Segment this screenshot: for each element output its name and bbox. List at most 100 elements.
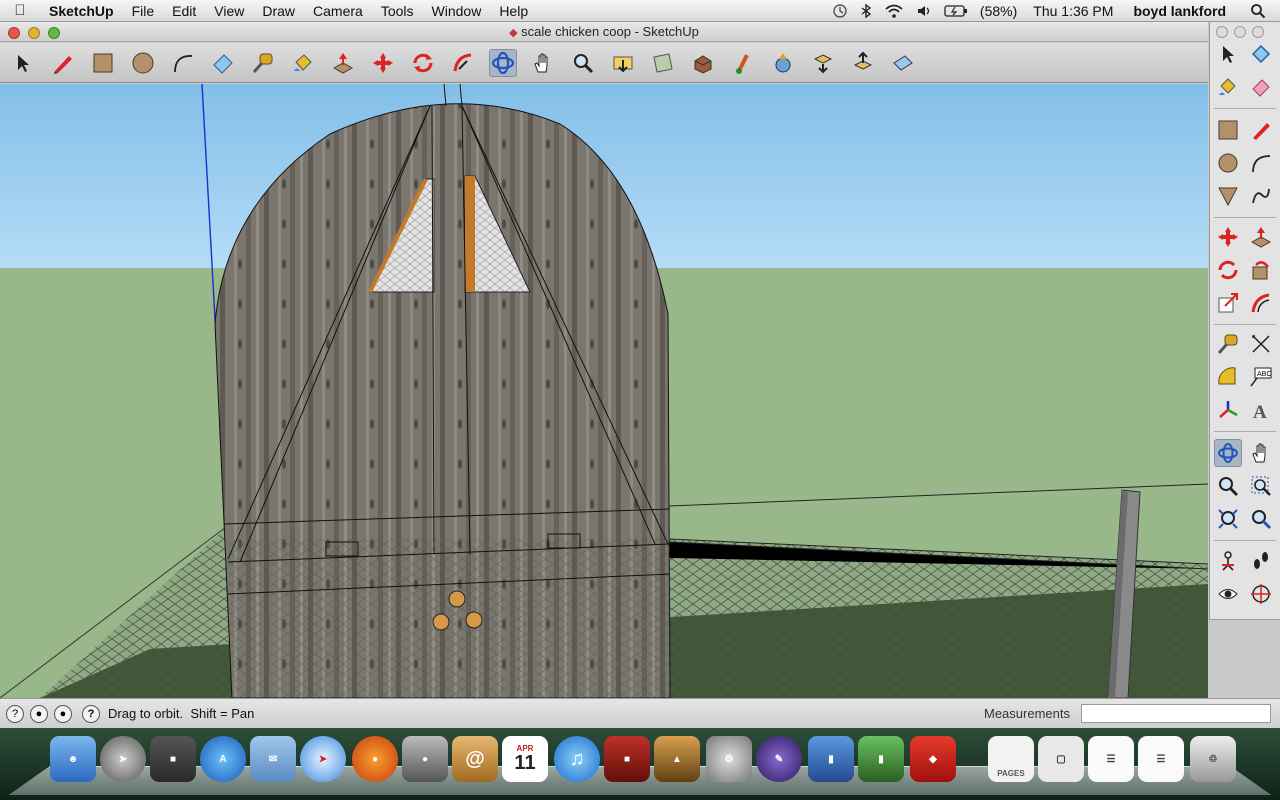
palette-component-icon[interactable] (1247, 40, 1275, 68)
facetime-icon[interactable]: ● (402, 736, 448, 782)
menu-view[interactable]: View (205, 0, 253, 22)
zoom-window-button[interactable] (48, 27, 60, 39)
get-photo-texture-tool-icon[interactable] (769, 49, 797, 77)
menu-edit[interactable]: Edit (163, 0, 205, 22)
keynote-icon[interactable]: ▮ (808, 736, 854, 782)
palette-text-icon[interactable]: ABC (1247, 363, 1275, 391)
palette-tape-measure-icon[interactable] (1214, 330, 1242, 358)
palette-select-icon[interactable] (1214, 40, 1242, 68)
volume-icon[interactable] (910, 3, 938, 19)
photo-booth-curtain-icon[interactable]: ■ (604, 736, 650, 782)
palette-freehand-icon[interactable] (1247, 182, 1275, 210)
orbit-tool-icon[interactable] (489, 49, 517, 77)
palette-position-camera-icon[interactable] (1214, 547, 1242, 575)
document-icon[interactable]: ☰ (1138, 736, 1184, 782)
spotlight-search-icon[interactable] (1232, 3, 1280, 19)
previous-view-tool-icon[interactable] (649, 49, 677, 77)
menu-clock[interactable]: Thu 1:36 PM (1023, 0, 1119, 22)
palette-look-around-icon[interactable] (1214, 580, 1242, 608)
numbers-icon[interactable]: ▮ (858, 736, 904, 782)
app-menu[interactable]: SketchUp (40, 0, 123, 22)
measurements-field[interactable] (1081, 704, 1271, 723)
palette-zoom-extents-icon[interactable] (1214, 505, 1242, 533)
palette-circle-icon[interactable] (1214, 149, 1242, 177)
menu-draw[interactable]: Draw (253, 0, 304, 22)
palette-polygon-icon[interactable] (1214, 182, 1242, 210)
palette-rotate-icon[interactable] (1214, 256, 1242, 284)
get-models-tool-icon[interactable] (689, 49, 717, 77)
palette-move-icon[interactable] (1214, 223, 1242, 251)
palette-arc-icon[interactable] (1247, 149, 1275, 177)
move-tool-icon[interactable] (369, 49, 397, 77)
menu-window[interactable]: Window (423, 0, 491, 22)
palette-pan-icon[interactable] (1247, 439, 1275, 467)
palette-walk-icon[interactable] (1247, 547, 1275, 575)
pencil-tool-icon[interactable] (49, 49, 77, 77)
palette-rectangle-icon[interactable] (1214, 116, 1242, 144)
itunes-icon[interactable]: ♫ (554, 736, 600, 782)
palette-orbit-icon[interactable] (1214, 439, 1242, 467)
rectangle-tool-icon[interactable] (89, 49, 117, 77)
palette-section-plane-icon[interactable] (1247, 580, 1275, 608)
palette-push-pull-icon[interactable] (1247, 223, 1275, 251)
tape-measure-tool-icon[interactable] (249, 49, 277, 77)
sketchup-icon[interactable]: ◆ (910, 736, 956, 782)
eraser-tool-icon[interactable] (209, 49, 237, 77)
palette-offset-icon[interactable] (1247, 289, 1275, 317)
app-store-icon[interactable]: A (200, 736, 246, 782)
rotate-tool-icon[interactable] (409, 49, 437, 77)
minimize-window-button[interactable] (28, 27, 40, 39)
palette-paint-bucket-icon[interactable] (1214, 73, 1242, 101)
menu-help[interactable]: Help (490, 0, 537, 22)
share-model-tool-icon[interactable] (729, 49, 757, 77)
safari-icon[interactable]: ➤ (300, 736, 346, 782)
finder-icon[interactable]: ☻ (50, 736, 96, 782)
upload-tool-icon[interactable] (849, 49, 877, 77)
pages-icon[interactable]: PAGES (988, 736, 1034, 782)
palette-follow-me-icon[interactable] (1247, 256, 1275, 284)
system-preferences-icon[interactable]: ⚙ (706, 736, 752, 782)
menu-camera[interactable]: Camera (304, 0, 372, 22)
firefox-icon[interactable]: ● (352, 736, 398, 782)
palette-line-icon[interactable] (1247, 116, 1275, 144)
palette-zoom-button[interactable] (1252, 26, 1264, 38)
address-book-icon[interactable]: @ (452, 736, 498, 782)
paint-bucket-tool-icon[interactable] (289, 49, 317, 77)
photo-booth-icon[interactable]: ■ (150, 736, 196, 782)
follow-me-tool-icon[interactable] (449, 49, 477, 77)
close-window-button[interactable] (8, 27, 20, 39)
model-viewport[interactable] (0, 84, 1208, 698)
launchpad-icon[interactable]: ➤ (100, 736, 146, 782)
preview-icon[interactable]: ▢ (1038, 736, 1084, 782)
user-name[interactable]: boyd lankford (1119, 0, 1232, 22)
menu-file[interactable]: File (123, 0, 164, 22)
palette-close-button[interactable] (1216, 26, 1228, 38)
pan-tool-icon[interactable] (529, 49, 557, 77)
palette-3d-text-icon[interactable]: A (1247, 396, 1275, 424)
sandbox-tool-icon[interactable] (889, 49, 917, 77)
credits-icon[interactable]: ● (30, 705, 48, 723)
palette-protractor-icon[interactable] (1214, 363, 1242, 391)
pen-icon[interactable]: ✎ (756, 736, 802, 782)
user-info-icon[interactable]: ● (54, 705, 72, 723)
component-tool-icon[interactable] (809, 49, 837, 77)
palette-zoom-icon[interactable] (1214, 472, 1242, 500)
palette-previous-view-icon[interactable] (1247, 505, 1275, 533)
push-pull-tool-icon[interactable] (329, 49, 357, 77)
palette-dimension-icon[interactable] (1247, 330, 1275, 358)
trash-icon[interactable]: ♲ (1190, 736, 1236, 782)
palette-scale-icon[interactable] (1214, 289, 1242, 317)
bluetooth-icon[interactable] (854, 3, 878, 19)
arc-tool-icon[interactable] (169, 49, 197, 77)
menu-tools[interactable]: Tools (372, 0, 423, 22)
apple-menu-icon[interactable]:  (0, 2, 40, 19)
document-icon[interactable]: ☰ (1088, 736, 1134, 782)
iphoto-icon[interactable]: ▲ (654, 736, 700, 782)
instructor-help-icon[interactable]: ? (82, 705, 100, 723)
palette-minimize-button[interactable] (1234, 26, 1246, 38)
time-machine-icon[interactable] (826, 3, 854, 19)
ical-icon[interactable]: APR 11 (502, 736, 548, 782)
document-proxy-icon[interactable]: ◆ (509, 27, 517, 39)
zoom-tool-icon[interactable] (569, 49, 597, 77)
circle-tool-icon[interactable] (129, 49, 157, 77)
